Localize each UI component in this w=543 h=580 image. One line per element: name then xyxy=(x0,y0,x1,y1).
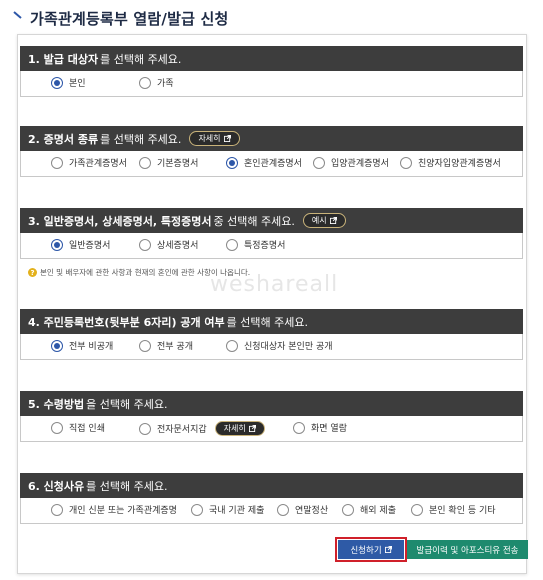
radio-option-self-public[interactable]: 신청대상자 본인만 공개 xyxy=(226,339,333,352)
external-link-icon xyxy=(384,546,392,553)
radio-icon[interactable] xyxy=(139,422,151,435)
radio-icon[interactable] xyxy=(400,156,412,169)
example-button[interactable]: 예시 xyxy=(302,213,346,228)
title-bullet-icon xyxy=(13,11,22,19)
radio-checked-icon[interactable] xyxy=(51,339,63,352)
external-link-icon xyxy=(223,135,231,142)
section-receive-method: 5. 수령방법 을 선택해 주세요. 직접 인쇄 전자문서지갑 자세히 화면 열람 xyxy=(20,391,523,442)
radio-checked-icon[interactable] xyxy=(226,156,238,169)
radio-icon[interactable] xyxy=(293,421,305,434)
detail-button[interactable]: 자세히 xyxy=(189,131,240,146)
info-note: ? 본인 및 배우자에 관한 사항과 현재의 혼인에 관한 사항이 나옵니다. xyxy=(28,267,250,278)
radio-option-tax[interactable]: 연말정산 xyxy=(277,503,328,516)
section-header: 1. 발급 대상자 를 선택해 주세요. xyxy=(20,46,523,71)
section-id-disclosure: 4. 주민등록번호(뒷부분 6자리) 공개 여부 를 선택해 주세요. 전부 비공… xyxy=(20,309,523,360)
radio-icon[interactable] xyxy=(139,76,151,89)
section-options: 가족관계증명서 기본증명서 혼인관계증명서 입양관계증명서 친양자입양관계증명서 xyxy=(20,151,523,177)
radio-checked-icon[interactable] xyxy=(51,76,63,89)
radio-option-e-wallet[interactable]: 전자문서지갑 자세히 xyxy=(139,421,265,436)
apply-button[interactable]: 신청하기 xyxy=(335,537,407,562)
radio-option-screen-view[interactable]: 화면 열람 xyxy=(293,421,347,434)
radio-option-identity[interactable]: 개인 신분 또는 가족관계증명 xyxy=(51,503,177,516)
detail-button[interactable]: 자세히 xyxy=(214,421,265,436)
section-options: 일반증명서 상세증명서 특정증명서 xyxy=(20,233,523,259)
radio-option-self[interactable]: 본인 xyxy=(51,76,86,89)
radio-icon[interactable] xyxy=(51,503,63,516)
section-header: 5. 수령방법 을 선택해 주세요. xyxy=(20,391,523,416)
external-link-icon xyxy=(248,425,256,432)
radio-icon[interactable] xyxy=(313,156,325,169)
section-header: 3. 일반증명서, 상세증명서, 특정증명서 중 선택해 주세요. 예시 xyxy=(20,208,523,233)
section-options: 전부 비공개 전부 공개 신청대상자 본인만 공개 xyxy=(20,334,523,360)
radio-icon[interactable] xyxy=(226,339,238,352)
radio-option-family[interactable]: 가족 xyxy=(139,76,174,89)
section-certificate-type: 2. 증명서 종류 를 선택해 주세요. 자세히 가족관계증명서 기본증명서 혼인… xyxy=(20,126,523,177)
radio-icon[interactable] xyxy=(191,503,203,516)
radio-option-full-adoption[interactable]: 친양자입양관계증명서 xyxy=(400,156,501,169)
radio-icon[interactable] xyxy=(51,421,63,434)
radio-checked-icon[interactable] xyxy=(51,238,63,251)
section-header: 6. 신청사유 를 선택해 주세요. xyxy=(20,473,523,498)
radio-option-general[interactable]: 일반증명서 xyxy=(51,238,110,251)
radio-icon[interactable] xyxy=(51,156,63,169)
radio-option-domestic[interactable]: 국내 기관 제출 xyxy=(191,503,264,516)
section-reason: 6. 신청사유 를 선택해 주세요. 개인 신분 또는 가족관계증명 국내 기관 … xyxy=(20,473,523,524)
radio-icon[interactable] xyxy=(411,503,423,516)
radio-icon[interactable] xyxy=(139,238,151,251)
section-options: 본인 가족 xyxy=(20,71,523,97)
radio-option-marriage[interactable]: 혼인관계증명서 xyxy=(226,156,302,169)
radio-option-other[interactable]: 본인 확인 등 기타 xyxy=(411,503,496,516)
radio-icon[interactable] xyxy=(342,503,354,516)
section-target: 1. 발급 대상자 를 선택해 주세요. 본인 가족 xyxy=(20,46,523,97)
radio-icon[interactable] xyxy=(277,503,289,516)
radio-icon[interactable] xyxy=(226,238,238,251)
external-link-icon xyxy=(329,217,337,224)
history-apostille-button[interactable]: 발급이력 및 아포스티유 전송 xyxy=(407,540,528,559)
section-certificate-detail: 3. 일반증명서, 상세증명서, 특정증명서 중 선택해 주세요. 예시 일반증… xyxy=(20,208,523,259)
radio-option-overseas[interactable]: 해외 제출 xyxy=(342,503,396,516)
radio-icon[interactable] xyxy=(139,156,151,169)
radio-option-all-hidden[interactable]: 전부 비공개 xyxy=(51,339,113,352)
page-header: 가족관계등록부 열람/발급 신청 xyxy=(0,0,543,36)
radio-option-adoption[interactable]: 입양관계증명서 xyxy=(313,156,389,169)
radio-option-detailed[interactable]: 상세증명서 xyxy=(139,238,198,251)
page-title: 가족관계등록부 열람/발급 신청 xyxy=(30,10,229,28)
radio-option-all-public[interactable]: 전부 공개 xyxy=(139,339,193,352)
radio-option-family-relation[interactable]: 가족관계증명서 xyxy=(51,156,127,169)
section-header: 4. 주민등록번호(뒷부분 6자리) 공개 여부 를 선택해 주세요. xyxy=(20,309,523,334)
radio-option-specific[interactable]: 특정증명서 xyxy=(226,238,285,251)
question-icon: ? xyxy=(28,268,37,277)
radio-option-basic[interactable]: 기본증명서 xyxy=(139,156,198,169)
section-options: 개인 신분 또는 가족관계증명 국내 기관 제출 연말정산 해외 제출 본인 확… xyxy=(20,498,523,524)
section-header: 2. 증명서 종류 를 선택해 주세요. 자세히 xyxy=(20,126,523,151)
section-options: 직접 인쇄 전자문서지갑 자세히 화면 열람 xyxy=(20,416,523,442)
radio-icon[interactable] xyxy=(139,339,151,352)
radio-option-print[interactable]: 직접 인쇄 xyxy=(51,421,105,434)
